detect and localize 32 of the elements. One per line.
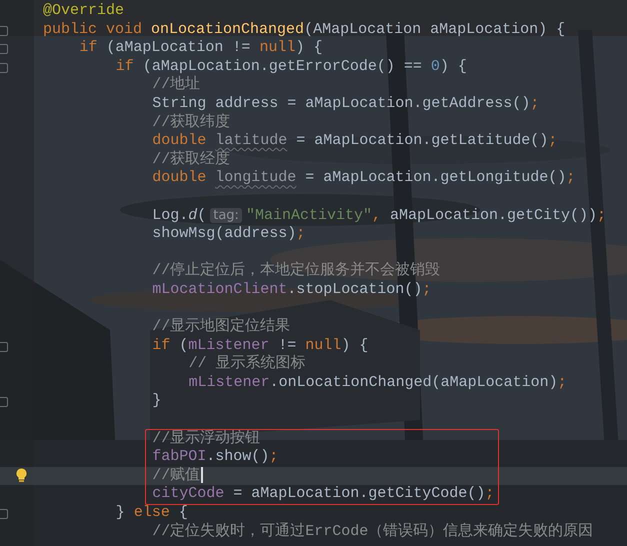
code-line: } else {: [116, 504, 188, 522]
code-line: showMsg(address);: [152, 225, 306, 244]
fold-marker-icon[interactable]: [0, 44, 8, 54]
fold-marker-icon[interactable]: [0, 397, 8, 408]
fold-marker-icon[interactable]: [0, 509, 8, 520]
code-line: mLocationClient.stopLocation();: [152, 280, 432, 300]
code-line: //显示地图定位结果: [152, 318, 290, 337]
code-line: if (aMapLocation != null) {: [79, 39, 322, 58]
code-line: double latitude = aMapLocation.getLatitude();: [152, 132, 558, 150]
fold-marker-icon[interactable]: [0, 26, 8, 36]
code-line: if (mListener != null) {: [152, 336, 368, 354]
code-line: // 显示系统图标: [188, 355, 306, 374]
code-line: //显示浮动按钮: [152, 430, 260, 448]
fold-marker-icon[interactable]: [0, 62, 8, 73]
code-line: //赋值: [152, 466, 204, 486]
code-line: //获取纬度: [152, 114, 230, 132]
code-line: //定位失败时，可通过ErrCode（错误码）信息来确定失败的原因: [152, 522, 594, 542]
code-line: mListener.onLocationChanged(aMapLocation);: [188, 374, 567, 392]
code-line: double longitude = aMapLocation.getLongitude();: [152, 169, 576, 188]
code-line: Log.d( tag: "MainActivity", aMapLocation.getCity());: [152, 206, 606, 226]
code-line: //停止定位后，本地定位服务并不会被销毁: [152, 262, 440, 281]
code-line: String address = aMapLocation.getAddress();: [152, 94, 540, 113]
code-line: //获取经度: [152, 150, 230, 170]
fold-marker-icon[interactable]: [0, 342, 8, 352]
code-line: fabPOI.show();: [152, 448, 278, 466]
lightbulb-icon[interactable]: [16, 468, 27, 483]
code-line: cityCode = aMapLocation.getCityCode();: [152, 485, 494, 504]
code-line: //地址: [152, 76, 200, 95]
code-line: @Override: [43, 2, 124, 21]
code-line: }: [152, 392, 162, 412]
code-line: public void onLocationChanged(AMapLocation aMapLocation) {: [43, 20, 566, 40]
code-line: if (aMapLocation.getErrorCode() == 0) {: [116, 58, 467, 76]
